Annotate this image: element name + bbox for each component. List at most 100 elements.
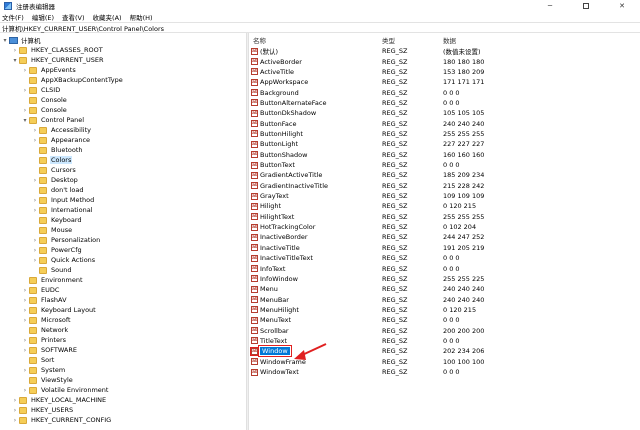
collapsed-chevron-icon[interactable]: › <box>32 205 38 215</box>
menu-item[interactable]: 编辑(E) <box>28 12 58 22</box>
tree-item[interactable]: › Input Method <box>32 195 95 205</box>
value-row[interactable]: ab ButtonAlternateFace REG_SZ 0 0 0 <box>249 98 640 108</box>
tree-item[interactable]: › HKEY_CLASSES_ROOT <box>12 45 104 55</box>
value-row[interactable]: ab Scrollbar REG_SZ 200 200 200 <box>249 325 640 335</box>
value-row[interactable]: ab ButtonFace REG_SZ 240 240 240 <box>249 118 640 128</box>
collapsed-chevron-icon[interactable]: › <box>22 285 28 295</box>
collapsed-chevron-icon[interactable]: › <box>22 65 28 75</box>
value-row[interactable]: ab InfoWindow REG_SZ 255 255 225 <box>249 274 640 284</box>
tree-item[interactable]: don't load <box>32 185 85 195</box>
minimize-button[interactable]: ─ <box>532 0 568 12</box>
value-row[interactable]: ab Background REG_SZ 0 0 0 <box>249 87 640 97</box>
collapsed-chevron-icon[interactable]: › <box>22 385 28 395</box>
tree-item[interactable]: › AppEvents <box>22 65 77 75</box>
close-button[interactable]: ✕ <box>604 0 640 12</box>
value-row[interactable]: ab InactiveBorder REG_SZ 244 247 252 <box>249 232 640 242</box>
collapsed-chevron-icon[interactable]: › <box>22 305 28 315</box>
value-row[interactable]: ab ButtonHilight REG_SZ 255 255 255 <box>249 129 640 139</box>
tree-item[interactable]: › SOFTWARE <box>22 345 78 355</box>
collapsed-chevron-icon[interactable]: › <box>22 365 28 375</box>
tree-item[interactable]: Cursors <box>32 165 77 175</box>
tree-item[interactable]: › Desktop <box>32 175 79 185</box>
tree-item[interactable]: Bluetooth <box>32 145 84 155</box>
tree-item[interactable]: ▾ Control Panel <box>22 115 85 125</box>
tree-item[interactable]: ▾ 计算机 <box>2 35 42 45</box>
tree-item[interactable]: › EUDC <box>22 285 60 295</box>
value-row[interactable]: ab AppWorkspace REG_SZ 171 171 171 <box>249 77 640 87</box>
value-row[interactable]: ab ButtonLight REG_SZ 227 227 227 <box>249 139 640 149</box>
tree-item[interactable]: › Personalization <box>32 235 101 245</box>
value-row[interactable]: ab HotTrackingColor REG_SZ 0 102 204 <box>249 222 640 232</box>
tree-item[interactable]: › Accessibility <box>32 125 92 135</box>
collapsed-chevron-icon[interactable]: › <box>32 255 38 265</box>
tree-item[interactable]: Mouse <box>32 225 73 235</box>
collapsed-chevron-icon[interactable]: › <box>32 245 38 255</box>
value-row[interactable]: ab GradientActiveTitle REG_SZ 185 209 234 <box>249 170 640 180</box>
tree-item[interactable]: › Console <box>22 105 68 115</box>
tree-item[interactable]: Keyboard <box>32 215 83 225</box>
value-row[interactable]: ab InfoText REG_SZ 0 0 0 <box>249 263 640 273</box>
tree-item[interactable]: Console <box>22 95 68 105</box>
expanded-chevron-icon[interactable]: ▾ <box>2 35 8 45</box>
column-header-type[interactable]: 类型 <box>382 35 395 45</box>
column-header-data[interactable]: 数据 <box>443 35 456 45</box>
collapsed-chevron-icon[interactable]: › <box>22 335 28 345</box>
value-row[interactable]: ab MenuText REG_SZ 0 0 0 <box>249 315 640 325</box>
value-row[interactable]: ab InactiveTitle REG_SZ 191 205 219 <box>249 243 640 253</box>
tree-item[interactable]: ViewStyle <box>22 375 74 385</box>
collapsed-chevron-icon[interactable]: › <box>22 105 28 115</box>
collapsed-chevron-icon[interactable]: › <box>32 175 38 185</box>
value-row[interactable]: ab Hilight REG_SZ 0 120 215 <box>249 201 640 211</box>
maximize-button[interactable] <box>568 0 604 12</box>
tree-item[interactable]: Sort <box>22 355 55 365</box>
tree-item[interactable]: › PowerCfg <box>32 245 83 255</box>
tree-item[interactable]: › FlashAV <box>22 295 68 305</box>
collapsed-chevron-icon[interactable]: › <box>12 45 18 55</box>
tree-item[interactable]: › HKEY_USERS <box>12 405 74 415</box>
tree-item[interactable]: › Printers <box>22 335 67 345</box>
tree-item[interactable]: › Appearance <box>32 135 91 145</box>
menu-item[interactable]: 收藏夹(A) <box>89 12 126 22</box>
expanded-chevron-icon[interactable]: ▾ <box>22 115 28 125</box>
menu-item[interactable]: 文件(F) <box>0 12 28 22</box>
value-row[interactable]: ab (默认) REG_SZ (数值未设置) <box>249 46 640 56</box>
tree-item[interactable]: AppXBackupContentType <box>22 75 124 85</box>
tree-item[interactable]: › HKEY_CURRENT_CONFIG <box>12 415 112 425</box>
collapsed-chevron-icon[interactable]: › <box>32 235 38 245</box>
value-row[interactable]: ab GrayText REG_SZ 109 109 109 <box>249 191 640 201</box>
tree-item[interactable]: ▾ HKEY_CURRENT_USER <box>12 55 105 65</box>
tree-item[interactable]: Colors <box>32 155 73 165</box>
tree-item[interactable]: Environment <box>22 275 84 285</box>
collapsed-chevron-icon[interactable]: › <box>12 395 18 405</box>
tree-item[interactable]: Network <box>22 325 69 335</box>
value-row[interactable]: ab Menu REG_SZ 240 240 240 <box>249 284 640 294</box>
collapsed-chevron-icon[interactable]: › <box>22 85 28 95</box>
collapsed-chevron-icon[interactable]: › <box>12 415 18 425</box>
collapsed-chevron-icon[interactable]: › <box>32 135 38 145</box>
tree-item[interactable]: › Volatile Environment <box>22 385 109 395</box>
value-row[interactable]: ab GradientInactiveTitle REG_SZ 215 228 242 <box>249 181 640 191</box>
tree-item[interactable]: › System <box>22 365 66 375</box>
tree-item[interactable]: › CLSID <box>22 85 61 95</box>
tree-item[interactable]: › Keyboard Layout <box>22 305 97 315</box>
menu-item[interactable]: 帮助(H) <box>126 12 157 22</box>
address-path[interactable]: 计算机\HKEY_CURRENT_USER\Control Panel\Colo… <box>2 23 164 33</box>
tree-item[interactable]: › Quick Actions <box>32 255 96 265</box>
value-row[interactable]: ab ActiveTitle REG_SZ 153 180 209 <box>249 67 640 77</box>
tree-item[interactable]: Sound <box>32 265 72 275</box>
value-row[interactable]: ab ButtonDkShadow REG_SZ 105 105 105 <box>249 108 640 118</box>
value-row[interactable]: ab ButtonShadow REG_SZ 160 160 160 <box>249 150 640 160</box>
expanded-chevron-icon[interactable]: ▾ <box>12 55 18 65</box>
tree-item[interactable]: › HKEY_LOCAL_MACHINE <box>12 395 107 405</box>
tree-item[interactable]: › Microsoft <box>22 315 72 325</box>
tree-item[interactable]: › International <box>32 205 94 215</box>
value-row[interactable]: ab WindowText REG_SZ 0 0 0 <box>249 367 640 377</box>
value-row[interactable]: ab MenuBar REG_SZ 240 240 240 <box>249 294 640 304</box>
collapsed-chevron-icon[interactable]: › <box>32 195 38 205</box>
value-row[interactable]: ab ButtonText REG_SZ 0 0 0 <box>249 160 640 170</box>
value-row[interactable]: ab MenuHilight REG_SZ 0 120 215 <box>249 305 640 315</box>
collapsed-chevron-icon[interactable]: › <box>12 405 18 415</box>
address-bar[interactable]: 计算机\HKEY_CURRENT_USER\Control Panel\Colo… <box>0 22 640 33</box>
menu-item[interactable]: 查看(V) <box>58 12 89 22</box>
value-row[interactable]: ab HilightText REG_SZ 255 255 255 <box>249 212 640 222</box>
